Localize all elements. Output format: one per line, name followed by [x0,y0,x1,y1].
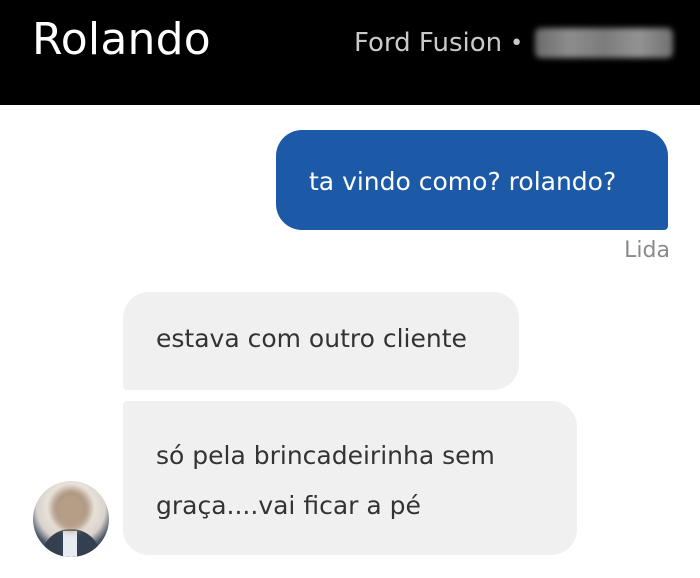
incoming-message[interactable]: estava com outro cliente [123,292,519,390]
message-list[interactable]: ta vindo como? rolando? Lida estava com … [0,105,700,578]
driver-avatar[interactable] [33,481,109,557]
contact-name: Rolando [32,14,211,65]
vehicle-model: Ford Fusion [354,28,503,58]
outgoing-message[interactable]: ta vindo como? rolando? [276,130,668,230]
avatar-shirt [63,531,77,557]
vehicle-separator: • [510,30,524,56]
incoming-message-text: só pela brincadeirinha sem graça....vai … [156,441,495,520]
read-status: Lida [624,238,670,263]
incoming-message-text: estava com outro cliente [156,324,467,353]
license-plate-redacted [535,28,674,58]
chat-header: Rolando Ford Fusion • [0,0,700,105]
vehicle-info: Ford Fusion • [354,28,674,58]
avatar-face-blurred [55,493,87,531]
incoming-message[interactable]: só pela brincadeirinha sem graça....vai … [123,401,577,555]
outgoing-message-text: ta vindo como? rolando? [309,167,617,196]
